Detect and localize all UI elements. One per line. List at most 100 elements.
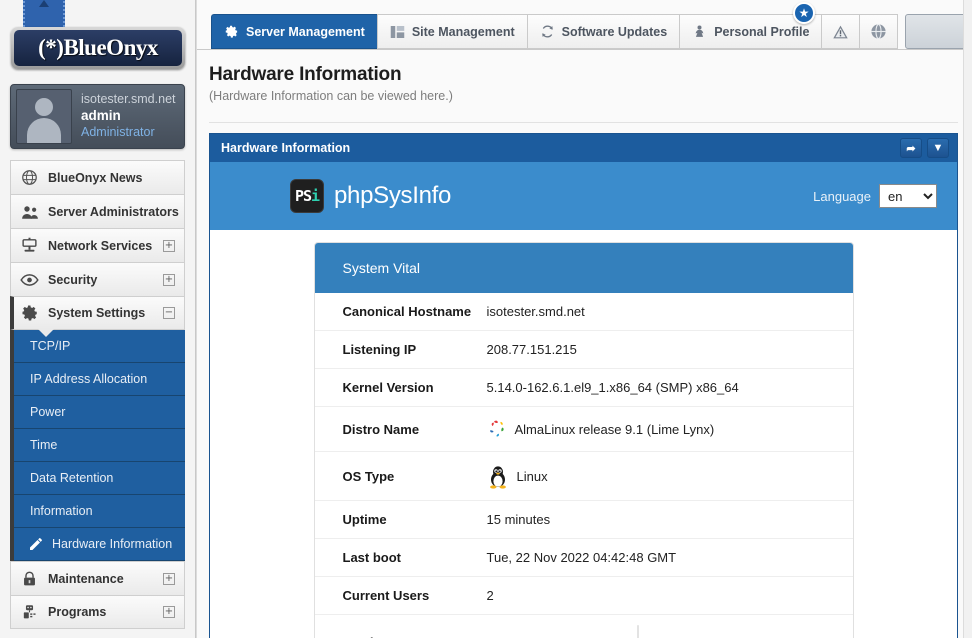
robot-icon (20, 603, 39, 622)
row-key: OS Type (315, 452, 487, 501)
gear-icon (224, 24, 239, 39)
sidebar-item-server-administrators[interactable]: Server Administrators (10, 194, 185, 228)
row-value: 0.00 0.17 0.33 (487, 635, 637, 638)
sidebar-subitem-label: Power (30, 405, 65, 419)
page-title: Hardware Information (209, 64, 972, 86)
sidebar-item-hardware-information[interactable]: Hardware Information (14, 528, 185, 561)
sidebar-subitem-label: Information (30, 504, 93, 518)
row-key: Kernel Version (315, 369, 487, 407)
sidebar-item-programs[interactable]: Programs + (10, 595, 185, 629)
sidebar-item-system-settings[interactable]: System Settings − (10, 296, 185, 330)
user-role[interactable]: Administrator (81, 125, 176, 141)
sidebar-item-security[interactable]: Security + (10, 262, 185, 296)
row-value: Linux (517, 469, 548, 484)
tab-software-updates[interactable]: Software Updates (527, 14, 680, 49)
page-header: Hardware Information (Hardware Informati… (197, 50, 972, 113)
phpsysinfo-logo-i: i (311, 187, 319, 205)
top-tabbar: Server Management Site Management Softwa… (197, 0, 972, 50)
brand-header: (*)BlueOnyx (0, 0, 195, 72)
sidebar-item-label: Maintenance (48, 572, 163, 586)
language-label: Language (813, 189, 871, 204)
server-icon (20, 236, 39, 255)
row-key: Canonical Hostname (315, 293, 487, 331)
help-button[interactable] (859, 14, 898, 49)
refresh-icon (540, 24, 555, 39)
sidebar-subitem-label: Time (30, 438, 57, 452)
expand-toggle-icon[interactable]: + (163, 573, 175, 585)
blueonyx-logo[interactable]: (*)BlueOnyx (11, 27, 185, 69)
row-key: Last boot (315, 539, 487, 577)
right-scroll-gutter[interactable] (963, 0, 972, 638)
table-row: Current Users 2 (315, 577, 853, 615)
star-badge-icon[interactable]: ★ (793, 2, 815, 24)
phpsysinfo-title: phpSysInfo (334, 182, 451, 210)
sidebar-item-time[interactable]: Time (14, 429, 185, 462)
table-row: Uptime 15 minutes (315, 501, 853, 539)
table-row: Distro Name (315, 407, 853, 452)
user-name: admin (81, 108, 176, 125)
sidebar-item-network-services[interactable]: Network Services + (10, 228, 185, 262)
tab-site-management[interactable]: Site Management (377, 14, 527, 49)
sidebar-item-label: BlueOnyx News (48, 171, 175, 185)
phpsysinfo-header: PSi phpSysInfo Language en (210, 162, 957, 230)
blueonyx-logo-text: (*)BlueOnyx (38, 35, 158, 61)
row-value: isotester.smd.net (487, 293, 853, 331)
phpsysinfo-logo-ps: PS (295, 187, 311, 205)
row-key: Uptime (315, 501, 487, 539)
table-row: Kernel Version 5.14.0-162.6.1.el9_1.x86_… (315, 369, 853, 407)
tab-label: Server Management (246, 25, 365, 39)
row-key: Current Users (315, 577, 487, 615)
sidebar-item-label: Security (48, 273, 163, 287)
sidebar-item-label: Network Services (48, 239, 163, 253)
tux-penguin-icon (487, 463, 509, 489)
sidebar-item-label: System Settings (48, 306, 163, 320)
row-value: 5.14.0-162.6.1.el9_1.x86_64 (SMP) x86_64 (487, 369, 853, 407)
sidebar-item-ip-address-allocation[interactable]: IP Address Allocation (14, 363, 185, 396)
row-value: 208.77.151.215 (487, 331, 853, 369)
sidebar-subitem-label: IP Address Allocation (30, 372, 147, 386)
share-button[interactable]: ➦ (900, 138, 922, 158)
globe-icon (20, 168, 39, 187)
tab-server-management[interactable]: Server Management (211, 14, 377, 49)
sidebar-item-blueonyx-news[interactable]: BlueOnyx News (10, 160, 185, 194)
sidebar-item-data-retention[interactable]: Data Retention (14, 462, 185, 495)
row-key: Distro Name (315, 407, 487, 452)
table-row: Canonical Hostname isotester.smd.net (315, 293, 853, 331)
collapse-button[interactable]: ▼ (927, 138, 949, 158)
tab-label: Site Management (412, 25, 515, 39)
expand-toggle-icon[interactable]: + (163, 240, 175, 252)
table-row: Listening IP 208.77.151.215 (315, 331, 853, 369)
person-icon (692, 24, 707, 39)
app-root: (*)BlueOnyx isotester.smd.net admin Admi… (0, 0, 972, 638)
almalinux-logo-icon (487, 418, 509, 440)
help-globe-icon (870, 23, 887, 40)
hardware-information-panel: Hardware Information ➦ ▼ PSi phpSysInfo … (209, 133, 958, 638)
system-vital-title: System Vital (315, 243, 853, 293)
gear-icon (20, 304, 39, 323)
sidebar-subnav-system-settings: TCP/IP IP Address Allocation Power Time … (10, 330, 185, 561)
table-row: Last boot Tue, 22 Nov 2022 04:42:48 GMT (315, 539, 853, 577)
active-caret-icon (38, 329, 54, 337)
row-value: 2 (487, 577, 853, 615)
language-select[interactable]: en (879, 184, 937, 208)
row-key: Load Averages (315, 615, 487, 638)
expand-toggle-icon[interactable]: + (163, 274, 175, 286)
expand-toggle-icon[interactable]: + (163, 606, 175, 618)
table-row: OS Type (315, 452, 853, 501)
phpsysinfo-body: System Vital Canonical Hostname isoteste… (210, 230, 957, 638)
system-vital-table: Canonical Hostname isotester.smd.net Lis… (315, 293, 853, 638)
sidebar-item-maintenance[interactable]: Maintenance + (10, 561, 185, 595)
eye-icon (20, 270, 39, 289)
sidebar-item-information[interactable]: Information (14, 495, 185, 528)
sidebar-item-power[interactable]: Power (14, 396, 185, 429)
sidebar-item-tcpip[interactable]: TCP/IP (14, 330, 185, 363)
panel-header: Hardware Information ➦ ▼ (210, 134, 957, 162)
tabbar-blank-slot[interactable] (905, 14, 972, 49)
alerts-button[interactable] (821, 14, 859, 49)
collapse-toggle-icon[interactable]: − (163, 307, 175, 319)
tab-label: Software Updates (562, 25, 668, 39)
sidebar-subitem-label: TCP/IP (30, 339, 70, 353)
load-progress-bar (637, 625, 639, 638)
sidebar-item-label: Programs (48, 605, 163, 619)
sidebar-nav: BlueOnyx News Server Administrators Netw… (0, 160, 195, 629)
